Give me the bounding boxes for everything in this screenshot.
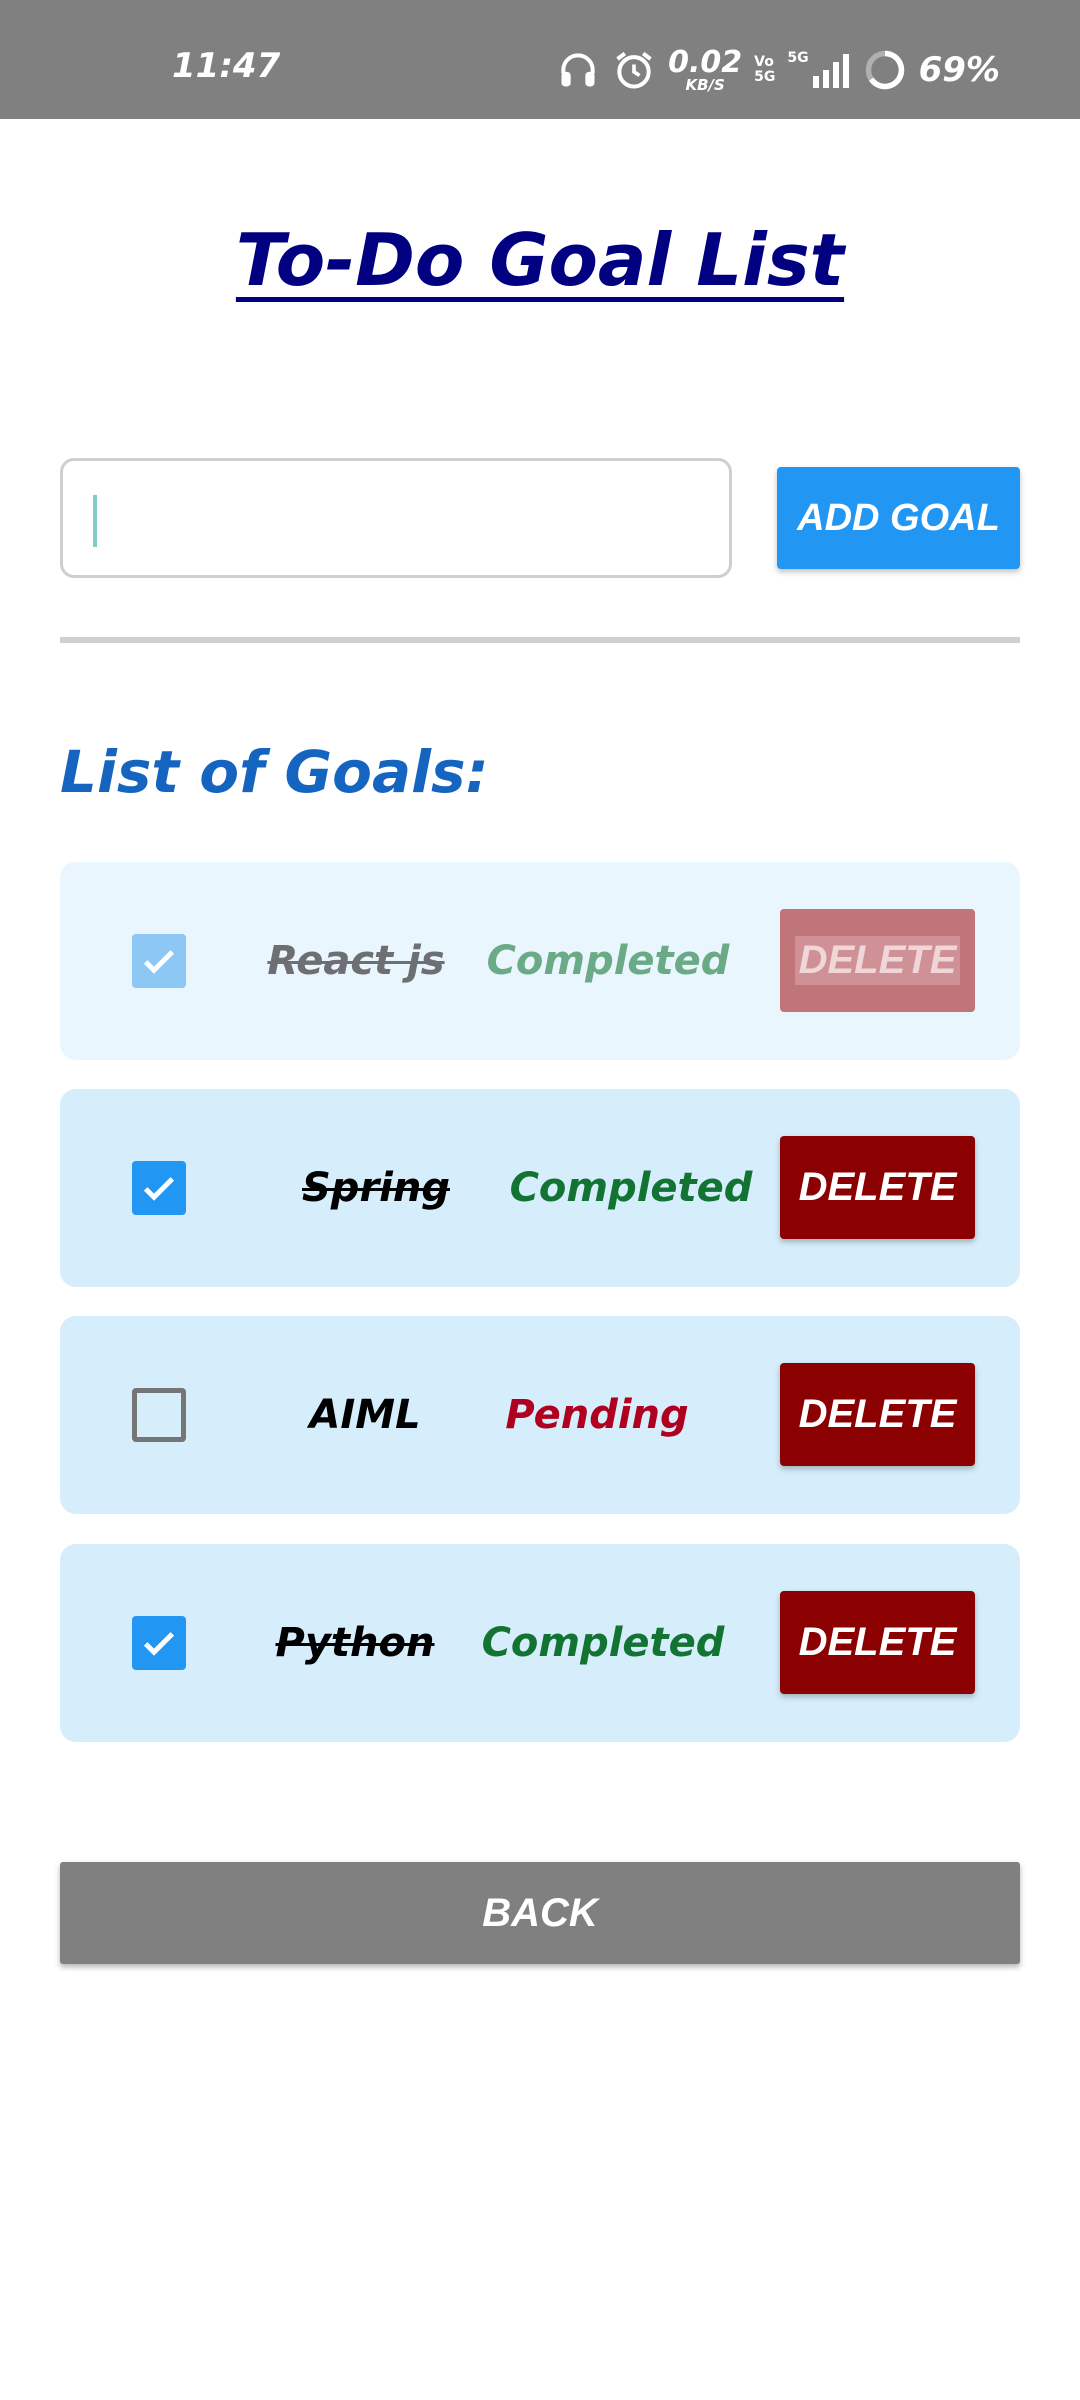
goal-checkbox[interactable] [132,934,186,988]
text-caret [93,495,97,547]
volte-indicator: Vo 5G [754,55,775,84]
add-goal-button[interactable]: ADD GOAL [777,467,1020,569]
alarm-icon [612,48,656,92]
delete-label: DELETE [794,936,961,985]
delete-button[interactable]: DELETE [780,1591,975,1694]
back-button[interactable]: BACK [60,1862,1020,1964]
check-icon [143,1177,175,1201]
signal-icon: 5G [787,50,850,90]
goal-item-spring-boot: Spring boot Completed DELETE [60,1089,1020,1409]
status-icons: 0.02 KB/S Vo 5G 5G 69% [556,44,1000,96]
section-heading: List of Goals: [60,738,489,806]
delete-button[interactable]: DELETE [780,1363,975,1466]
net-speed-value: 0.02 [668,44,743,80]
delete-button[interactable]: DELETE [780,1136,975,1239]
page-title-text: To-Do Goal List [235,218,845,302]
battery-percent: 69% [918,50,1000,90]
headphones-icon [556,48,600,92]
goal-checkbox[interactable] [132,1388,186,1442]
goal-name: React js [267,938,445,984]
net-speed-unit: KB/S [685,75,725,94]
goal-name: Spring boot [302,1165,450,1409]
goal-item-aiml: AIML Pending DELETE [60,1316,1020,1514]
network-label: 5G [787,50,809,66]
net-speed: 0.02 KB/S [668,44,743,94]
goal-name: Python [275,1620,435,1666]
status-time: 11:47 [172,46,281,86]
goal-status: Completed [486,938,730,984]
goal-checkbox[interactable] [132,1161,186,1215]
status-bar: 11:47 0.02 KB/S Vo 5G 5G 69% [0,0,1080,119]
volte-bottom: 5G [754,69,776,85]
goal-status: Pending [505,1392,689,1438]
divider [60,637,1020,643]
battery-ring-icon [863,48,907,92]
check-icon [143,950,175,974]
page-title: To-Do Goal List [0,218,1080,302]
delete-button[interactable]: DELETE [780,909,975,1012]
goal-input[interactable] [60,458,732,578]
goal-name: AIML [309,1392,421,1438]
goal-item-python: Python Completed DELETE [60,1544,1020,1742]
volte-top: Vo [754,54,774,71]
goal-checkbox[interactable] [132,1616,186,1670]
check-icon [143,1632,175,1656]
goal-status: Completed [481,1620,725,1666]
goal-status: Completed [509,1165,753,1211]
goal-item-react-js: React js Completed DELETE [60,862,1020,1060]
